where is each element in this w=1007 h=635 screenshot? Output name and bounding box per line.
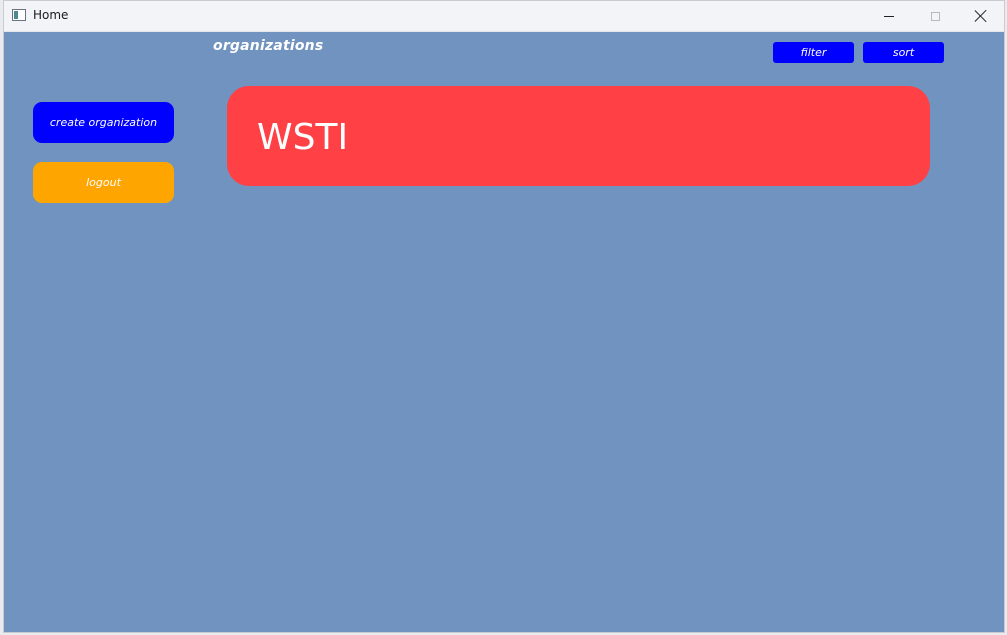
main-content: organizations filter sort create organiz…: [4, 32, 1004, 632]
minimize-button[interactable]: [866, 1, 912, 31]
filter-button[interactable]: filter: [773, 42, 854, 63]
close-icon: [974, 9, 988, 23]
maximize-icon: [930, 11, 940, 21]
page-title: organizations: [213, 38, 324, 54]
maximize-button[interactable]: [912, 1, 958, 31]
close-button[interactable]: [958, 1, 1004, 31]
title-bar[interactable]: Home: [4, 1, 1004, 32]
sort-button[interactable]: sort: [863, 42, 944, 63]
organization-name: WSTI: [257, 117, 349, 158]
app-window-icon: [12, 9, 26, 21]
logout-button[interactable]: logout: [33, 162, 174, 203]
create-organization-button[interactable]: create organization: [33, 102, 174, 143]
app-window: Home organizations filter sort create or…: [3, 0, 1005, 633]
organization-card[interactable]: WSTI: [227, 86, 930, 186]
window-title: Home: [33, 8, 69, 22]
minimize-icon: [884, 15, 894, 17]
